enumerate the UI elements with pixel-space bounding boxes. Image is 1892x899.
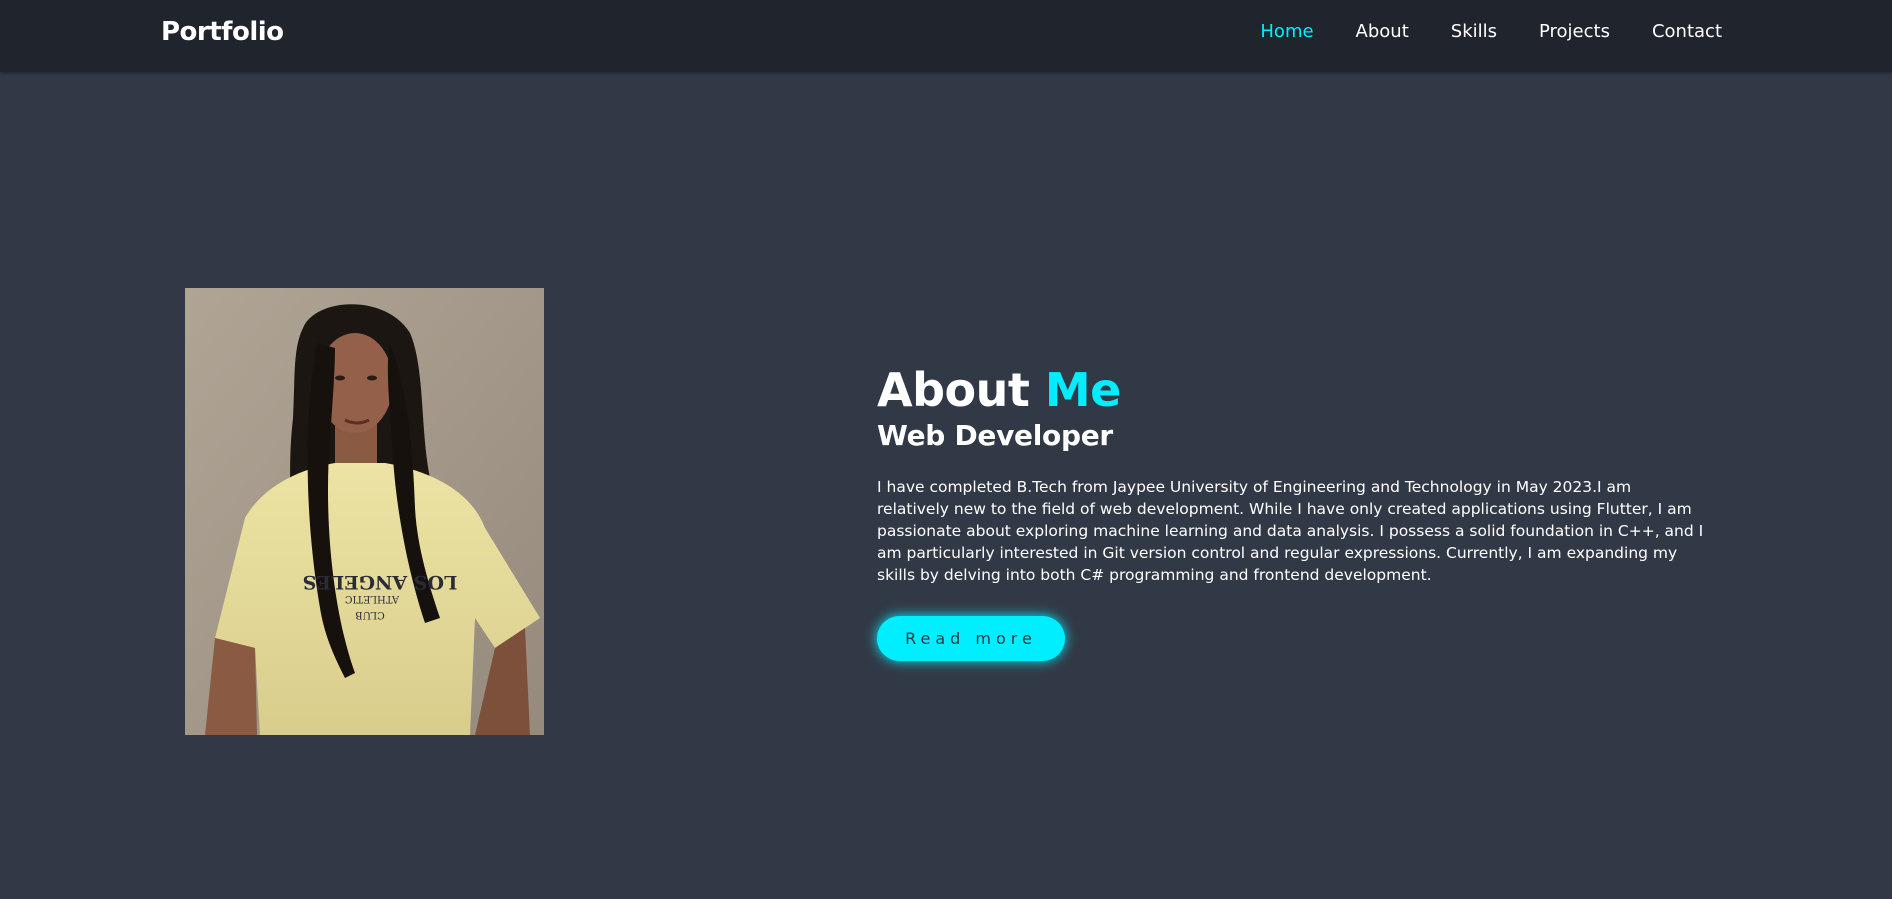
nav-link-home[interactable]: Home — [1260, 21, 1313, 42]
main-nav: Home About Skills Projects Contact — [1218, 21, 1722, 42]
svg-text:ATHLETIC: ATHLETIC — [345, 593, 401, 604]
svg-text:CLUB: CLUB — [355, 609, 385, 620]
about-subheading: Web Developer — [877, 419, 1113, 452]
about-heading: About Me — [877, 362, 1707, 418]
about-heading-main: About — [877, 363, 1030, 417]
logo[interactable]: Portfolio — [161, 17, 284, 47]
nav-link-about[interactable]: About — [1356, 21, 1409, 42]
about-content: About Me Web Developer I have completed … — [877, 362, 1707, 661]
profile-photo-illustration: LOS ANGELES ATHLETIC CLUB — [185, 288, 544, 735]
about-heading-accent: Me — [1044, 363, 1121, 417]
svg-text:LOS ANGELES: LOS ANGELES — [303, 571, 458, 593]
nav-link-skills[interactable]: Skills — [1451, 21, 1497, 42]
about-paragraph: I have completed B.Tech from Jaypee Univ… — [877, 478, 1704, 584]
site-header: Portfolio Home About Skills Projects Con… — [0, 0, 1892, 72]
nav-link-contact[interactable]: Contact — [1652, 21, 1722, 42]
profile-photo: LOS ANGELES ATHLETIC CLUB — [185, 288, 544, 735]
read-more-button[interactable]: Read more — [877, 616, 1065, 661]
nav-link-projects[interactable]: Projects — [1539, 21, 1610, 42]
